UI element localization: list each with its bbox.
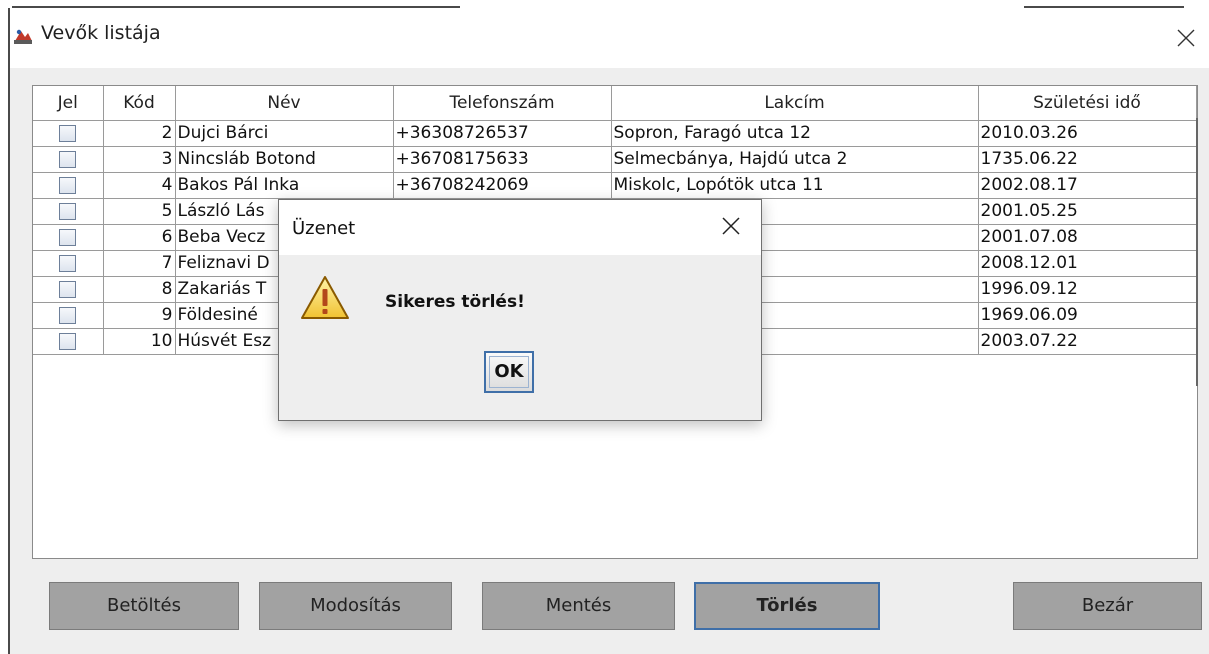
- dialog-message: Sikeres törlés!: [385, 292, 525, 312]
- row-checkbox[interactable]: [59, 228, 77, 246]
- szuletesi-ido-cell[interactable]: 1996.09.12: [978, 276, 1197, 303]
- nev-cell[interactable]: Bakos Pál Inka: [175, 172, 394, 199]
- jel-cell[interactable]: [33, 172, 104, 199]
- row-checkbox[interactable]: [59, 176, 77, 194]
- lakcim-cell[interactable]: Selmecbánya, Hajdú utca 2: [611, 146, 979, 173]
- jel-cell[interactable]: [33, 328, 104, 355]
- kod-cell[interactable]: 4: [103, 172, 176, 199]
- load-button[interactable]: Betöltés: [49, 582, 239, 630]
- szuletesi-ido-cell[interactable]: 2001.07.08: [978, 224, 1197, 251]
- jel-cell[interactable]: [33, 224, 104, 251]
- jel-cell[interactable]: [33, 120, 104, 147]
- szuletesi-ido-cell[interactable]: 2010.03.26: [978, 120, 1197, 147]
- kod-cell[interactable]: 8: [103, 276, 176, 303]
- warning-icon: [301, 276, 349, 319]
- column-header-jel[interactable]: Jel: [33, 86, 104, 121]
- column-header-telefonszam[interactable]: Telefonszám: [393, 86, 612, 121]
- jel-cell[interactable]: [33, 146, 104, 173]
- dialog-titlebar[interactable]: Üzenet: [279, 200, 761, 255]
- jel-cell[interactable]: [33, 250, 104, 277]
- table-right-edge: [1196, 118, 1198, 386]
- lakcim-cell[interactable]: Miskolc, Lopótök utca 11: [611, 172, 979, 199]
- row-checkbox[interactable]: [59, 306, 77, 324]
- dialog-title: Üzenet: [292, 218, 356, 239]
- kod-cell[interactable]: 7: [103, 250, 176, 277]
- table-row[interactable]: 2 Dujci Bárci +36308726537 Sopron, Faragó u…: [33, 120, 1197, 147]
- column-header-kod[interactable]: Kód: [103, 86, 176, 121]
- message-dialog[interactable]: Üzenet Sikeres törlés! OK: [278, 199, 762, 421]
- row-checkbox[interactable]: [59, 332, 77, 350]
- szuletesi-ido-cell[interactable]: 2003.07.22: [978, 328, 1197, 355]
- telefon-cell[interactable]: +36708242069: [393, 172, 612, 199]
- jel-cell[interactable]: [33, 198, 104, 225]
- szuletesi-ido-cell[interactable]: 1969.06.09: [978, 302, 1197, 329]
- jel-cell[interactable]: [33, 276, 104, 303]
- close-icon[interactable]: [1172, 24, 1200, 52]
- table-header-row: Jel Kód Név Telefonszám Lakcím Születési…: [33, 86, 1197, 121]
- kod-cell[interactable]: 3: [103, 146, 176, 173]
- row-checkbox[interactable]: [59, 124, 77, 142]
- jel-cell[interactable]: [33, 302, 104, 329]
- row-checkbox[interactable]: [59, 202, 77, 220]
- ok-button[interactable]: OK: [484, 351, 534, 393]
- window-top-edge: [0, 0, 1209, 8]
- nev-cell[interactable]: Dujci Bárci: [175, 120, 394, 147]
- telefon-cell[interactable]: +36708175633: [393, 146, 612, 173]
- row-checkbox[interactable]: [59, 254, 77, 272]
- column-header-szuletesi-ido[interactable]: Születési idő: [978, 86, 1197, 121]
- table-row[interactable]: 3 Nincsláb Botond +36708175633 Selmecbánya,…: [33, 146, 1197, 173]
- close-button[interactable]: Bezár: [1013, 582, 1202, 630]
- kod-cell[interactable]: 9: [103, 302, 176, 329]
- row-checkbox[interactable]: [59, 280, 77, 298]
- delete-button[interactable]: Törlés: [694, 582, 880, 630]
- telefon-cell[interactable]: +36308726537: [393, 120, 612, 147]
- szuletesi-ido-cell[interactable]: 2002.08.17: [978, 172, 1197, 199]
- save-button[interactable]: Mentés: [482, 582, 675, 630]
- column-header-lakcim[interactable]: Lakcím: [611, 86, 979, 121]
- szuletesi-ido-cell[interactable]: 2001.05.25: [978, 198, 1197, 225]
- szuletesi-ido-cell[interactable]: 1735.06.22: [978, 146, 1197, 173]
- table-row[interactable]: 4 Bakos Pál Inka +36708242069 Miskolc, Lopó…: [33, 172, 1197, 199]
- java-app-icon: [13, 26, 33, 46]
- row-checkbox[interactable]: [59, 150, 77, 168]
- nev-cell[interactable]: Nincsláb Botond: [175, 146, 394, 173]
- window-titlebar[interactable]: [10, 8, 1209, 68]
- kod-cell[interactable]: 5: [103, 198, 176, 225]
- close-icon[interactable]: [720, 215, 742, 237]
- kod-cell[interactable]: 10: [103, 328, 176, 355]
- column-header-nev[interactable]: Név: [175, 86, 394, 121]
- kod-cell[interactable]: 6: [103, 224, 176, 251]
- window-title: Vevők listája: [41, 22, 161, 44]
- lakcim-cell[interactable]: Sopron, Faragó utca 12: [611, 120, 979, 147]
- szuletesi-ido-cell[interactable]: 2008.12.01: [978, 250, 1197, 277]
- kod-cell[interactable]: 2: [103, 120, 176, 147]
- modify-button[interactable]: Modosítás: [259, 582, 452, 630]
